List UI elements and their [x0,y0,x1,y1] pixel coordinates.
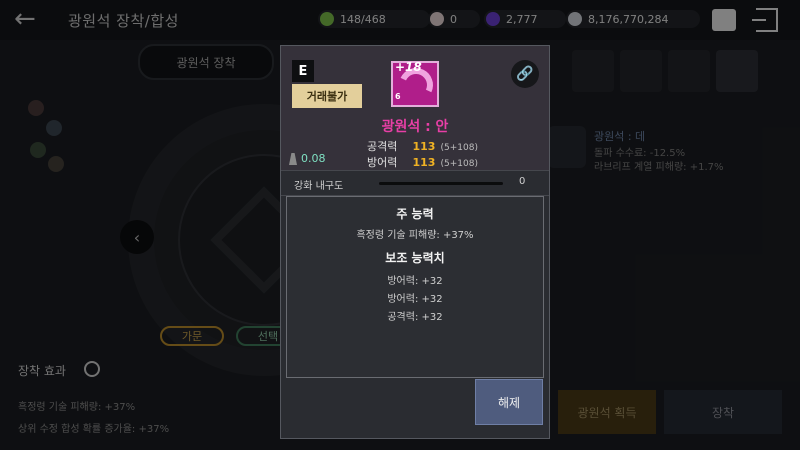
stat-row: 방어력 113 (5+108) [367,151,527,170]
main-ability-line: 흑정령 기술 피해량: +37% [356,230,474,241]
sub-ability-title: 보조 능력치 [385,251,445,265]
stat-detail: (5+108) [440,159,478,169]
durability-row: 강화 내구도 0 [281,170,549,196]
release-label: 해제 [497,395,521,410]
sub-ability-line: 방어력: +32 [387,276,443,287]
release-button[interactable]: 해제 [475,379,543,425]
stat-value: 113 [412,156,436,169]
item-tooltip-popup: E 거래불가 +18 6 🔗 광원석 : 안 공격력 113 (5+108) 방… [280,45,550,439]
durability-bar [379,182,503,185]
main-ability-title: 주 능력 [396,207,434,221]
item-weight: 0.08 [301,152,326,165]
grade-badge: E [292,60,314,82]
sub-ability-line: 공격력: +32 [387,312,443,323]
untradable-badge: 거래불가 [292,84,362,108]
item-name: 광원석 : 안 [381,119,449,135]
item-level: +18 [395,60,422,74]
sub-ability-line: 방어력: +32 [387,294,443,305]
ability-panel: 주 능력 흑정령 기술 피해량: +37% 보조 능력치 방어력: +32 방어… [286,196,544,378]
durability-value: 0 [519,176,526,187]
item-badge: 6 [395,92,401,101]
durability-label: 강화 내구도 [294,181,344,192]
link-icon[interactable]: 🔗 [511,60,539,88]
stat-label: 방어력 [367,156,398,169]
